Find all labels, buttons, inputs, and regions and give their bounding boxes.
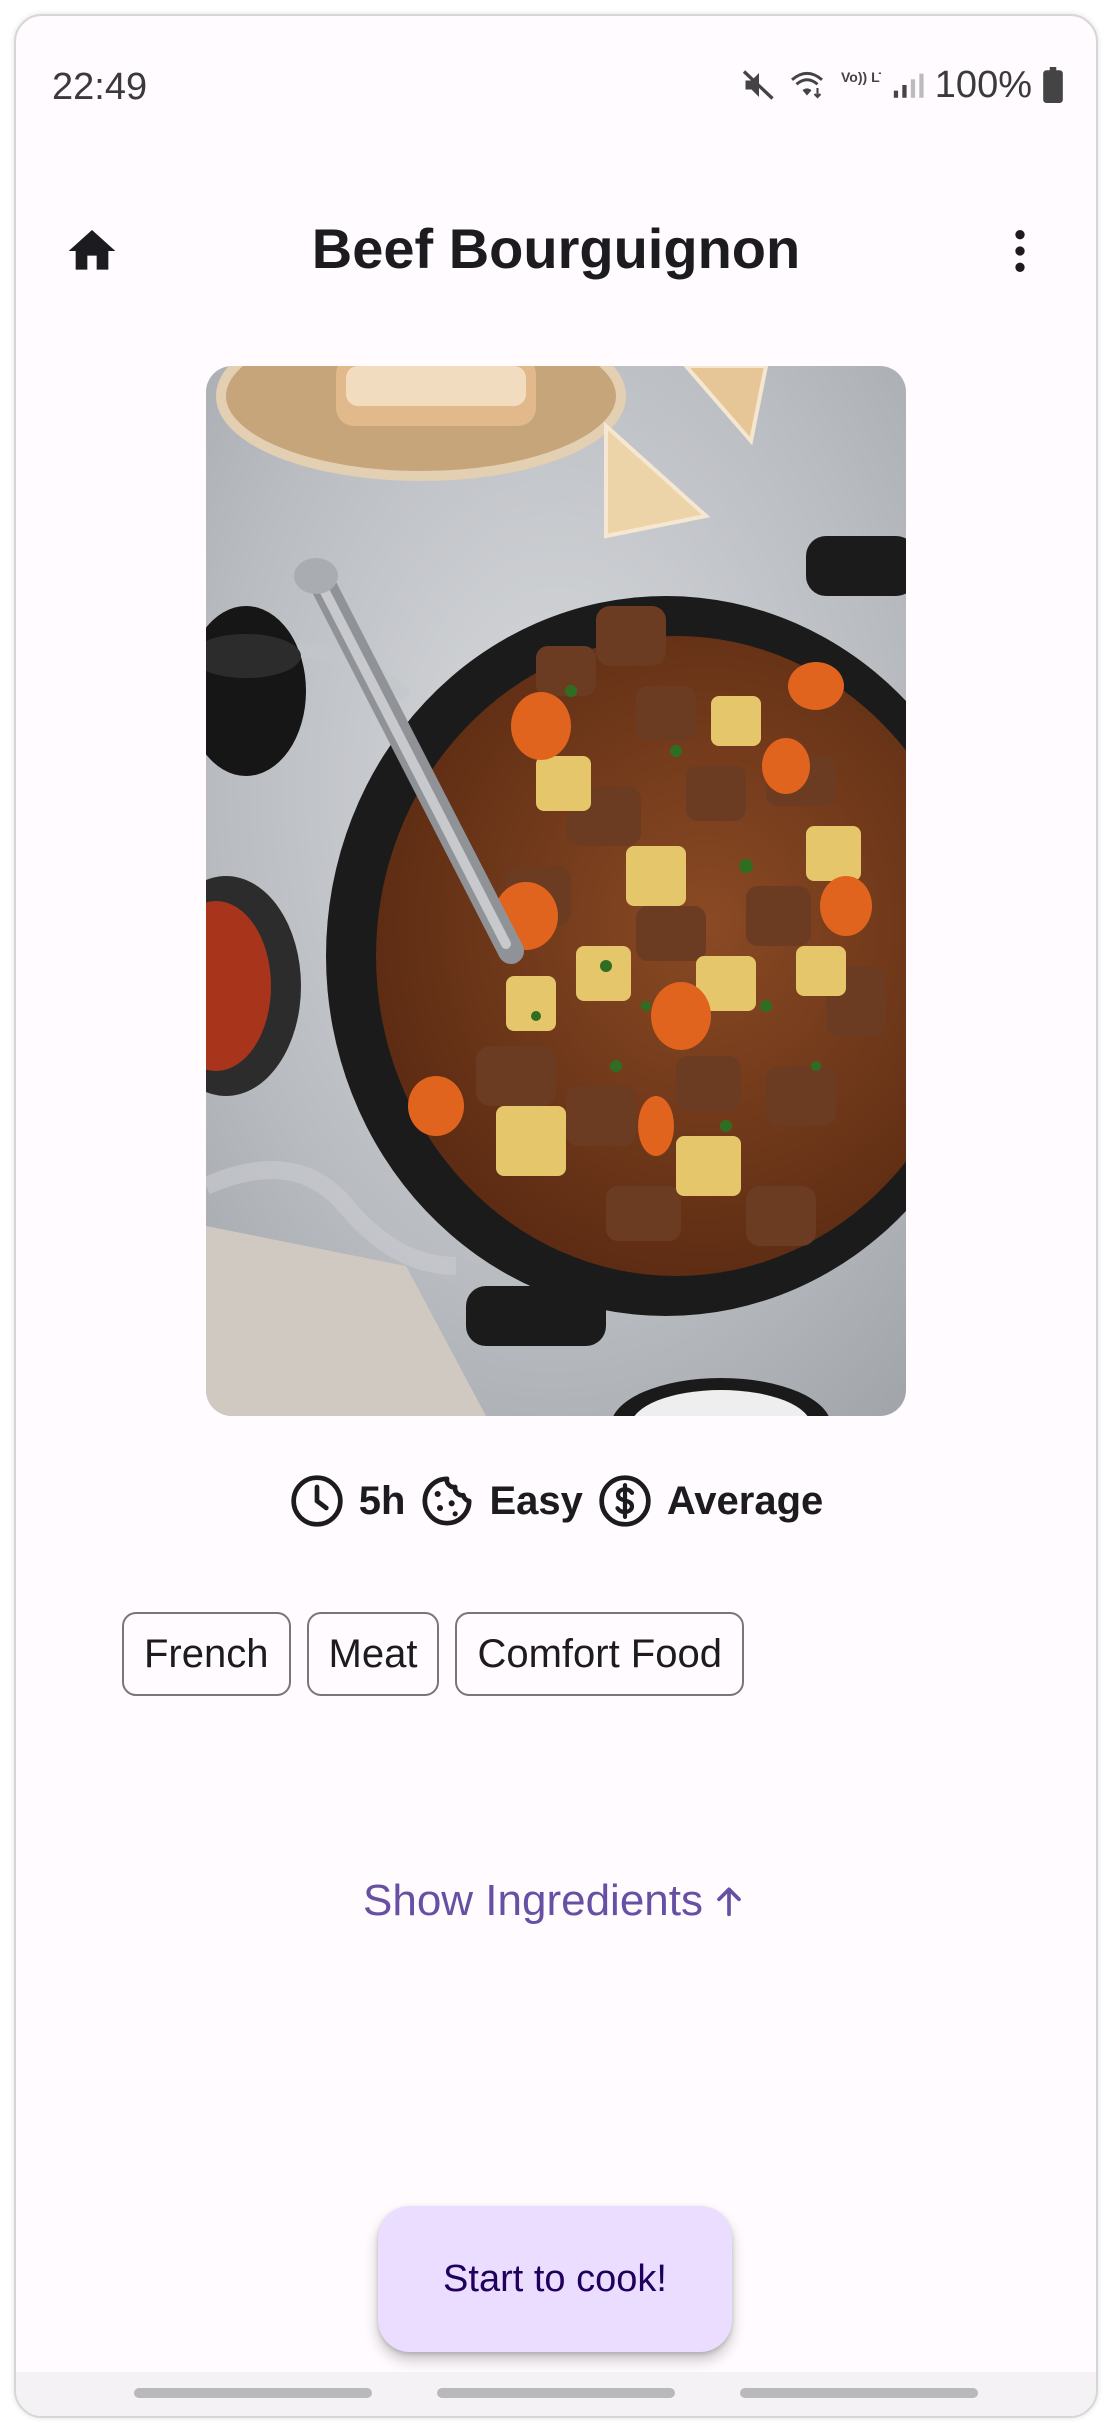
volte-icon: Vo)) LTE1: [841, 69, 881, 85]
phone-screen: 22:49 Vo)) LTE1 100%: [14, 14, 1098, 2418]
tag-chip-meat[interactable]: Meat: [306, 1612, 440, 1696]
tag-chip-french[interactable]: French: [122, 1612, 291, 1696]
recipe-photo: [206, 366, 906, 1416]
dollar-icon: [599, 1475, 651, 1527]
show-ingredients-button[interactable]: Show Ingredients: [16, 1876, 1096, 1926]
duration-info: 5h: [289, 1473, 406, 1529]
arrow-up-icon: [717, 1887, 741, 1917]
more-options-button[interactable]: [980, 211, 1060, 291]
top-app-bar: Beef Bourguignon: [16, 176, 1096, 306]
svg-text:Vo)) LTE1: Vo)) LTE1: [841, 69, 881, 85]
clock-icon: [291, 1475, 343, 1527]
nav-back-button[interactable]: [740, 2388, 978, 2398]
status-time: 22:49: [52, 66, 148, 108]
cost-text: Average: [666, 1478, 824, 1523]
signal-icon: [893, 73, 924, 98]
wifi-icon: [790, 71, 823, 99]
more-vert-icon: [1015, 230, 1025, 272]
cookie-icon: [422, 1476, 472, 1526]
difficulty-info: Easy: [419, 1473, 583, 1529]
status-icons: Vo)) LTE1 100%: [741, 60, 1064, 110]
difficulty-text: Easy: [489, 1478, 583, 1523]
battery-percent: 100%: [934, 63, 1032, 106]
show-ingredients-label: Show Ingredients: [363, 1876, 703, 1925]
tag-chips: French Meat Comfort Food: [122, 1612, 744, 1696]
nav-recents-button[interactable]: [134, 2388, 372, 2398]
mute-icon: [742, 70, 774, 100]
nav-home-button[interactable]: [437, 2388, 675, 2398]
battery-icon: [1043, 67, 1063, 103]
start-cooking-button[interactable]: Start to cook!: [378, 2206, 732, 2352]
cost-info: Average: [597, 1473, 823, 1529]
page-title: Beef Bourguignon: [311, 217, 801, 280]
system-navigation-bar: [16, 2372, 1096, 2416]
status-bar: 22:49 Vo)) LTE1 100%: [16, 16, 1096, 136]
tag-chip-comfort-food[interactable]: Comfort Food: [455, 1612, 744, 1696]
duration-text: 5h: [358, 1478, 406, 1523]
recipe-meta-row: 5h Easy Average: [16, 1466, 1096, 1536]
